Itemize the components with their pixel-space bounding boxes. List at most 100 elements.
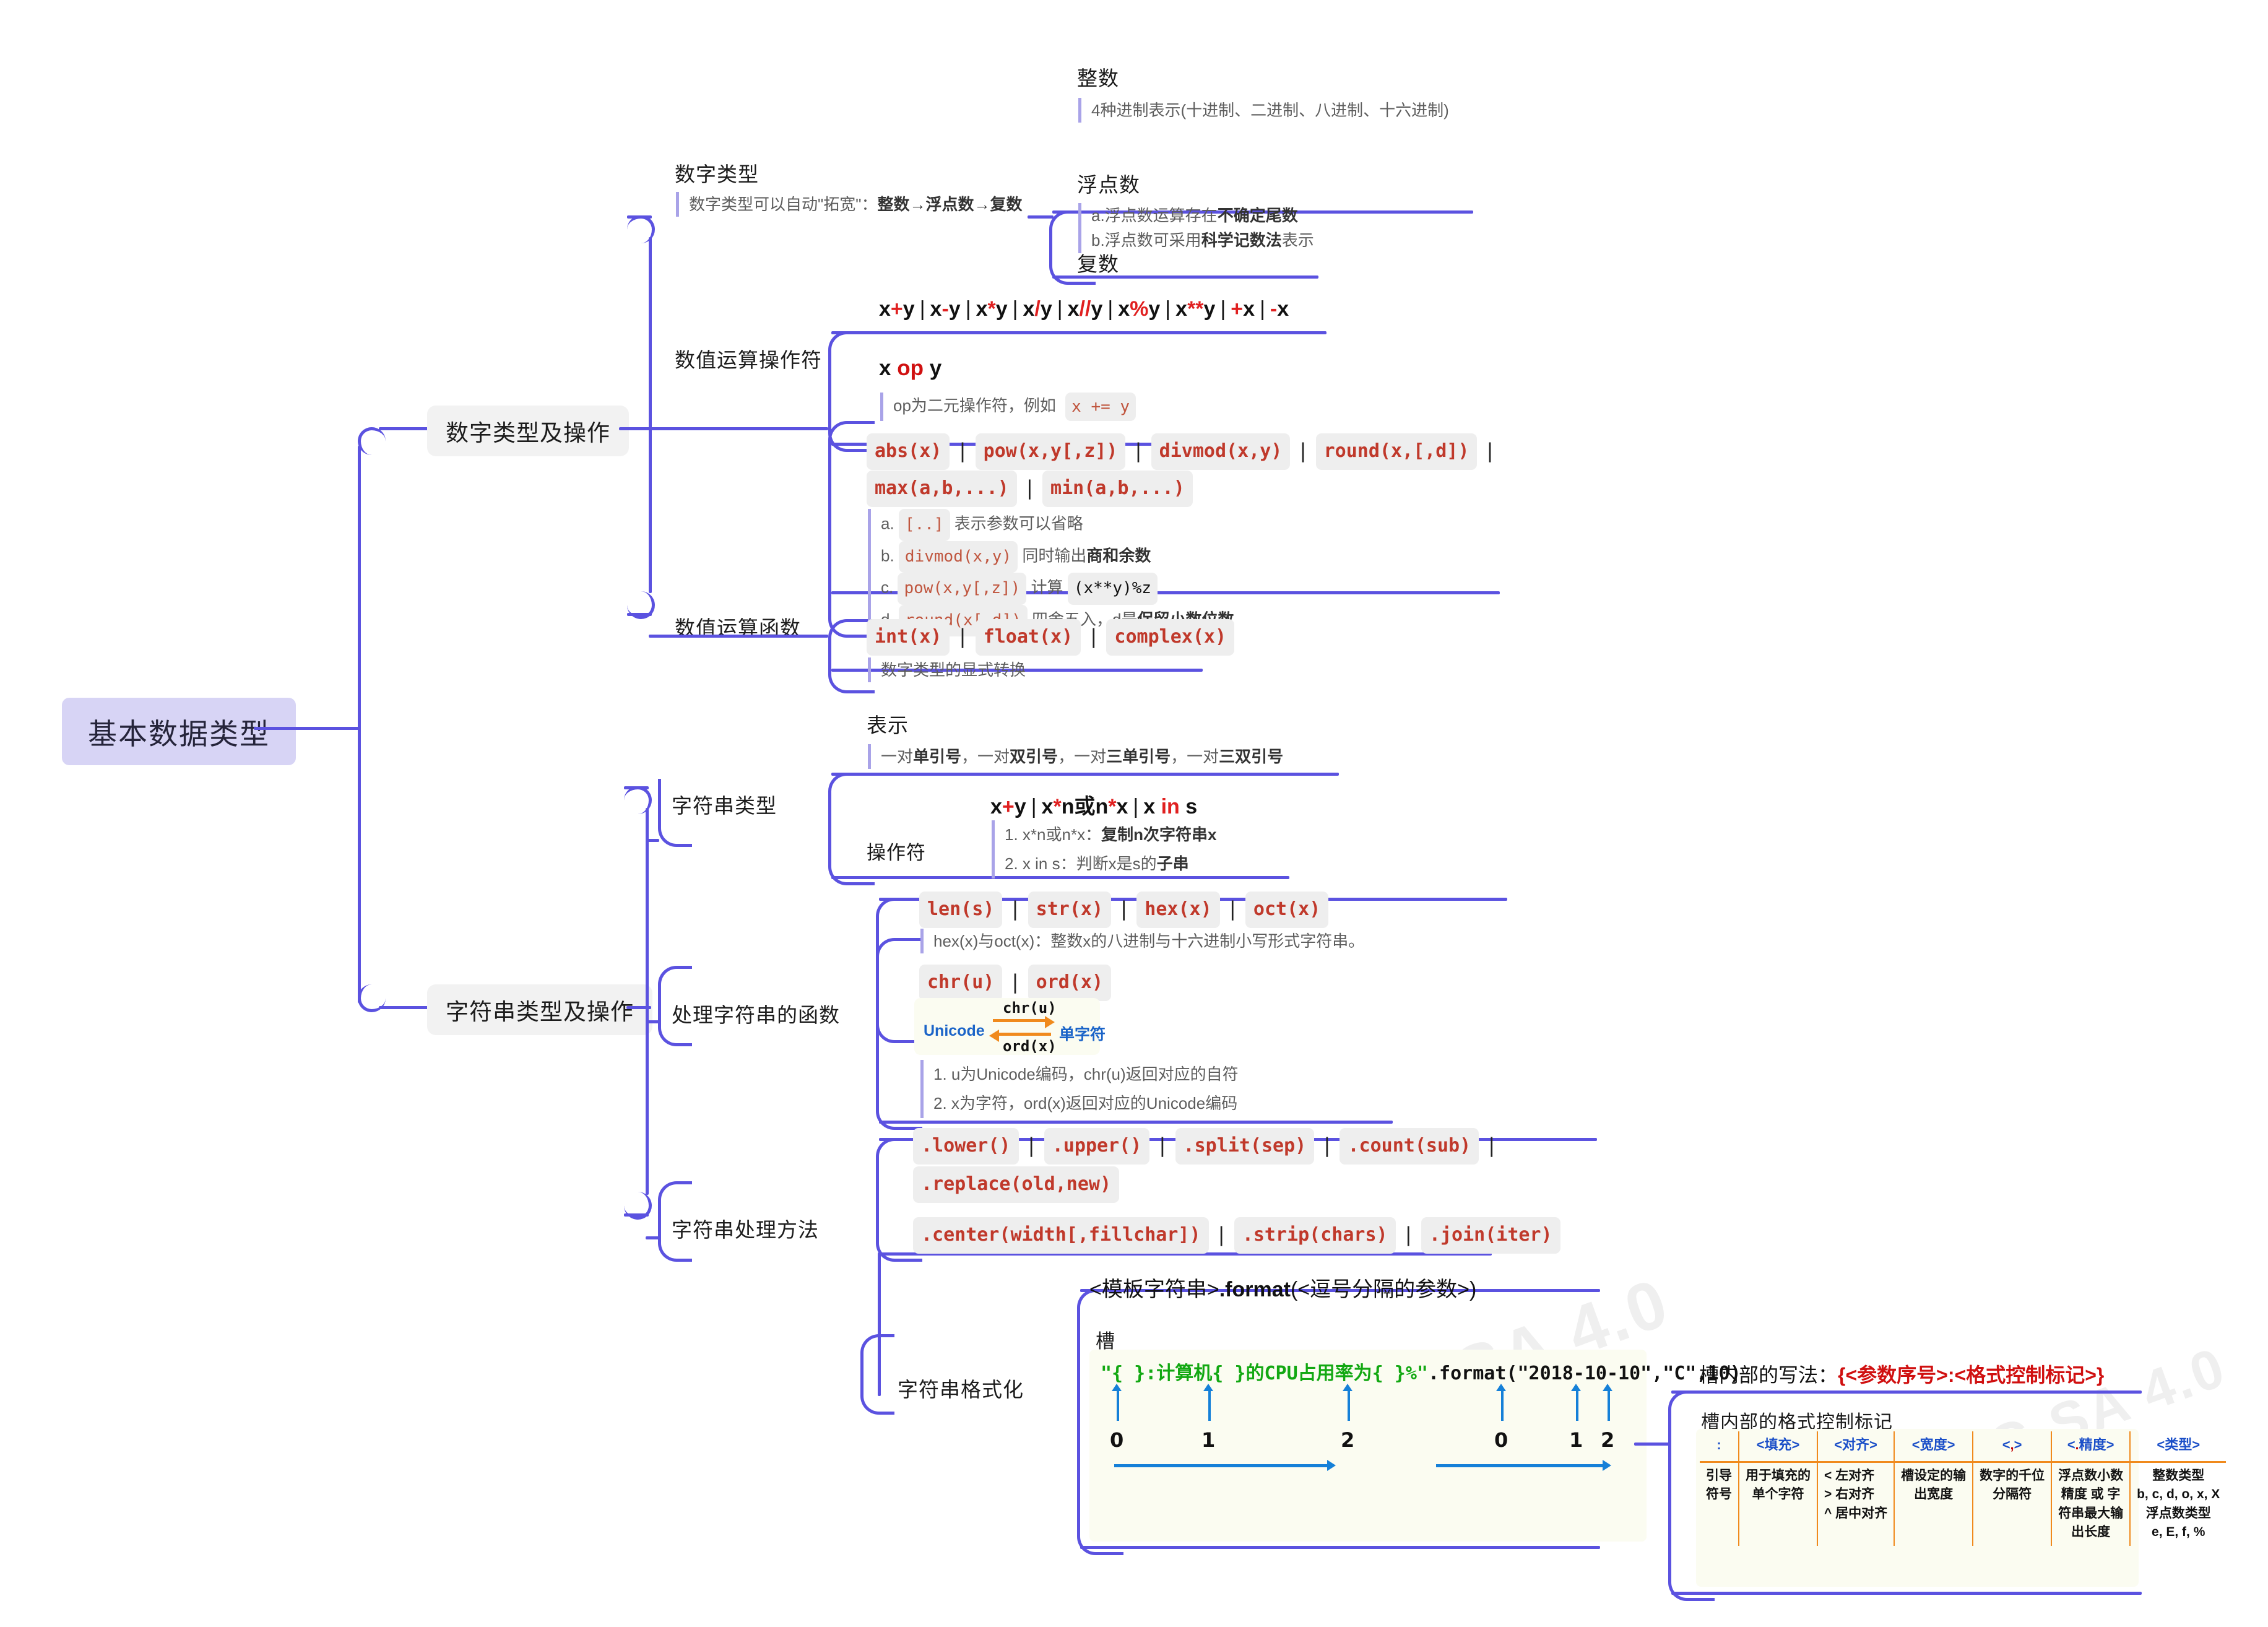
branch-string-types[interactable]: 字符串类型及操作 (427, 984, 652, 1035)
note-integer-bases: 4种进制表示(十进制、二进制、八进制、十六进制) (1078, 98, 1449, 123)
code-chip[interactable]: divmod(x,y) (1151, 433, 1291, 470)
note-row: b. divmod(x,y) 同时输出商和余数 (881, 540, 1234, 573)
code-chip[interactable]: pow(x,y[,z]) (975, 433, 1126, 470)
arrow-left-icon (989, 1030, 999, 1042)
node-integer[interactable]: 整数 (1077, 62, 1119, 92)
code-chip[interactable]: .lower() (913, 1128, 1019, 1165)
connector (619, 427, 650, 430)
connector (1634, 1443, 1670, 1446)
connector (1028, 215, 1054, 219)
node-float[interactable]: 浮点数 (1077, 168, 1140, 198)
note-row: 1. x*n或n*x：复制n次字符串x (1005, 825, 1217, 844)
note-binary-operator: op为二元操作符，例如 x += y (880, 393, 1136, 422)
code-chip[interactable]: .strip(chars) (1234, 1217, 1396, 1254)
note-row: a. [..] 表示参数可以省略 (881, 509, 1234, 541)
note-row: 2. x为字符，ord(x)返回对应的Unicode编码 (933, 1093, 1238, 1113)
code-chip[interactable]: min(a,b,...) (1042, 471, 1193, 507)
string-method-row-2: .replace(old,new) (913, 1166, 1120, 1203)
code-chip[interactable]: .center(width[,fillchar]) (913, 1217, 1209, 1254)
bracket-format-left (860, 1334, 894, 1415)
node-string-repr[interactable]: 表示 (867, 709, 909, 739)
code-chip[interactable]: .replace(old,new) (913, 1166, 1120, 1203)
x-op-y-label: x op y (879, 356, 942, 380)
code-chip[interactable]: .split(sep) (1175, 1128, 1315, 1165)
arrow-right-icon (993, 1019, 1046, 1022)
code-chip: [..] (898, 509, 950, 541)
note-string-quotes: 一对单引号，一对双引号，一对三单引号，一对三双引号 (868, 744, 1283, 770)
branch-number-types[interactable]: 数字类型及操作 (427, 406, 629, 456)
bracket-top (831, 331, 1327, 334)
table-header-row: : <填充> <对齐> <宽度> <,> <.精度> <类型> (1700, 1431, 2227, 1463)
code-chip: x += y (1065, 393, 1136, 422)
note-text: 数字类型可以自动"拓宽"： (689, 195, 878, 214)
slot-syntax-title: 槽内部的写法：{<参数序号>:<格式控制标记>} (1699, 1364, 2105, 1386)
node-label: 数字类型 (675, 163, 759, 186)
code-chip: (x**y)%z (1067, 573, 1158, 605)
code-chip[interactable]: int(x) (867, 619, 950, 656)
arg-pointer-icon (1571, 1384, 1581, 1391)
table-cell: 用于填充的 单个字符 (1739, 1462, 1818, 1546)
arg-pointer-icon (1608, 1390, 1610, 1421)
order-arrow-left-icon (1114, 1464, 1328, 1467)
node-string-format[interactable]: 字符串格式化 (898, 1373, 1024, 1403)
order-arrow-right-icon (1436, 1464, 1603, 1467)
code-chip[interactable]: complex(x) (1106, 619, 1235, 656)
note-row: b.浮点数可采用科学记数法表示 (1091, 231, 1314, 250)
code-chip[interactable]: oct(x) (1245, 892, 1329, 928)
node-string-methods[interactable]: 字符串处理方法 (672, 1213, 819, 1243)
connector-branch2 (379, 1006, 428, 1009)
arg-index: 2 (1601, 1428, 1615, 1452)
code-chip[interactable]: len(s) (919, 892, 1003, 928)
code-chip[interactable]: str(x) (1028, 892, 1112, 928)
connector (649, 427, 828, 430)
bracket-bottom (1080, 1546, 1600, 1549)
numeric-function-row-2: max(a,b,...) | min(a,b,...) (867, 471, 1193, 507)
connector (624, 1213, 649, 1217)
string-function-row-2: chr(u) | ord(x) (919, 965, 1112, 1001)
note-string-operators: 1. x*n或n*x：复制n次字符串x 2. x in s：判断x是s的子串 (992, 820, 1216, 879)
mindmap-canvas: CC BY-NC-SA 4.0 CC BY-NC-SA 4.0 基本数据类型 数… (0, 0, 2268, 1627)
note-number-widening: 数字类型可以自动"拓宽"：整数→浮点数→复数 (676, 192, 1022, 217)
node-string-functions[interactable]: 处理字符串的函数 (672, 999, 840, 1028)
code-chip[interactable]: abs(x) (867, 433, 950, 470)
table-body-row: 引导 符号 用于填充的 单个字符 < 左对齐 > 右对齐 ^ 居中对齐 槽设定的… (1700, 1462, 2226, 1546)
slot-index: 2 (1341, 1428, 1355, 1452)
chr-function-label: chr(u) (1003, 999, 1057, 1017)
note-float: a.浮点数运算存在不确定尾数 b.浮点数可采用科学记数法表示 (1078, 203, 1314, 253)
connector-children-spine (646, 808, 649, 1195)
root-node[interactable]: 基本数据类型 (62, 698, 296, 765)
code-chip[interactable]: float(x) (975, 619, 1081, 656)
code-chip[interactable]: chr(u) (919, 965, 1003, 1001)
connector-spine (358, 446, 361, 1003)
table-header-cell: <类型> (2130, 1431, 2227, 1463)
node-label: 字符串处理方法 (672, 1218, 819, 1241)
string-method-row-1: .lower() | .upper() | .split(sep) | .count(sub… (913, 1128, 1504, 1165)
table-header-cell: : (1700, 1431, 1739, 1463)
code-chip[interactable]: max(a,b,...) (867, 471, 1017, 507)
note-text-bold: 整数→浮点数→复数 (877, 195, 1023, 214)
node-number-type[interactable]: 数字类型 (675, 158, 759, 188)
node-string-operators[interactable]: 操作符 (867, 837, 926, 865)
bracket-top (1671, 1391, 2142, 1394)
connector-root-spine (254, 727, 359, 730)
node-label: 数值运算操作符 (675, 349, 822, 371)
ord-function-label: ord(x) (1003, 1038, 1057, 1055)
slot-index: 0 (1110, 1428, 1124, 1452)
node-numeric-operators[interactable]: 数值运算操作符 (675, 344, 822, 373)
code-chip[interactable]: hex(x) (1136, 892, 1220, 928)
arg-pointer-icon (1576, 1390, 1578, 1421)
bracket-strfunc-left (658, 966, 692, 1046)
code-chip[interactable]: round(x,[,d]) (1315, 433, 1478, 470)
note-chr-ord: 1. u为Unicode编码，chr(u)返回对应的自符 2. x为字符，ord… (920, 1060, 1239, 1118)
code-chip[interactable]: .count(sub) (1340, 1128, 1479, 1165)
code-chip[interactable]: ord(x) (1028, 965, 1112, 1001)
code-chip[interactable]: .upper() (1044, 1128, 1150, 1165)
code-chip[interactable]: .join(iter) (1421, 1217, 1560, 1254)
table-header-cell: <宽度> (1894, 1431, 1974, 1463)
node-label: 浮点数 (1077, 173, 1140, 196)
connector (646, 1020, 659, 1023)
node-complex[interactable]: 复数 (1077, 248, 1119, 277)
note-row: a.浮点数运算存在不确定尾数 (1091, 206, 1298, 225)
order-arrow-right-icon (1603, 1460, 1611, 1471)
code-chip: divmod(x,y) (898, 540, 1018, 573)
